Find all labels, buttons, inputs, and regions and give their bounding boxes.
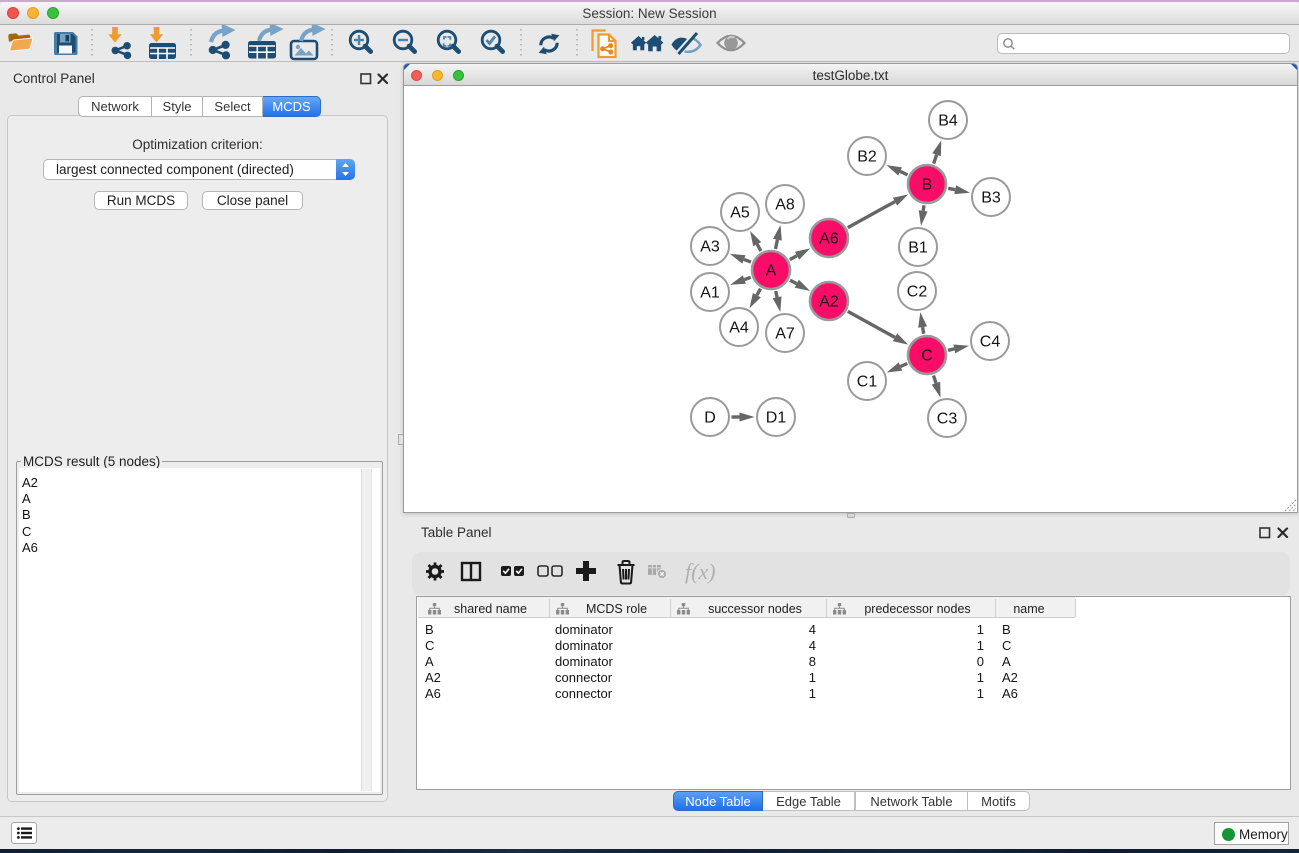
svg-text:f(x): f(x) xyxy=(685,559,716,584)
svg-text:B1: B1 xyxy=(908,240,928,257)
svg-text:C1: C1 xyxy=(857,374,878,391)
svg-text:C2: C2 xyxy=(907,284,928,301)
svg-text:A5: A5 xyxy=(730,205,750,222)
svg-text:A8: A8 xyxy=(775,197,795,214)
svg-text:A6: A6 xyxy=(819,231,839,248)
svg-text:D1: D1 xyxy=(766,410,787,427)
svg-text:A7: A7 xyxy=(775,326,795,343)
svg-text:D: D xyxy=(704,410,716,427)
svg-text:B2: B2 xyxy=(857,149,877,166)
svg-text:A2: A2 xyxy=(819,294,839,311)
svg-text:C3: C3 xyxy=(937,411,958,428)
svg-text:B: B xyxy=(922,177,933,194)
svg-text:A3: A3 xyxy=(700,239,720,256)
svg-text:A1: A1 xyxy=(700,285,720,302)
svg-text:A: A xyxy=(766,263,777,280)
svg-text:C: C xyxy=(921,348,933,365)
svg-text:B4: B4 xyxy=(938,113,958,130)
svg-text:A4: A4 xyxy=(729,320,749,337)
svg-text:C4: C4 xyxy=(980,334,1001,351)
svg-text:B3: B3 xyxy=(981,190,1001,207)
